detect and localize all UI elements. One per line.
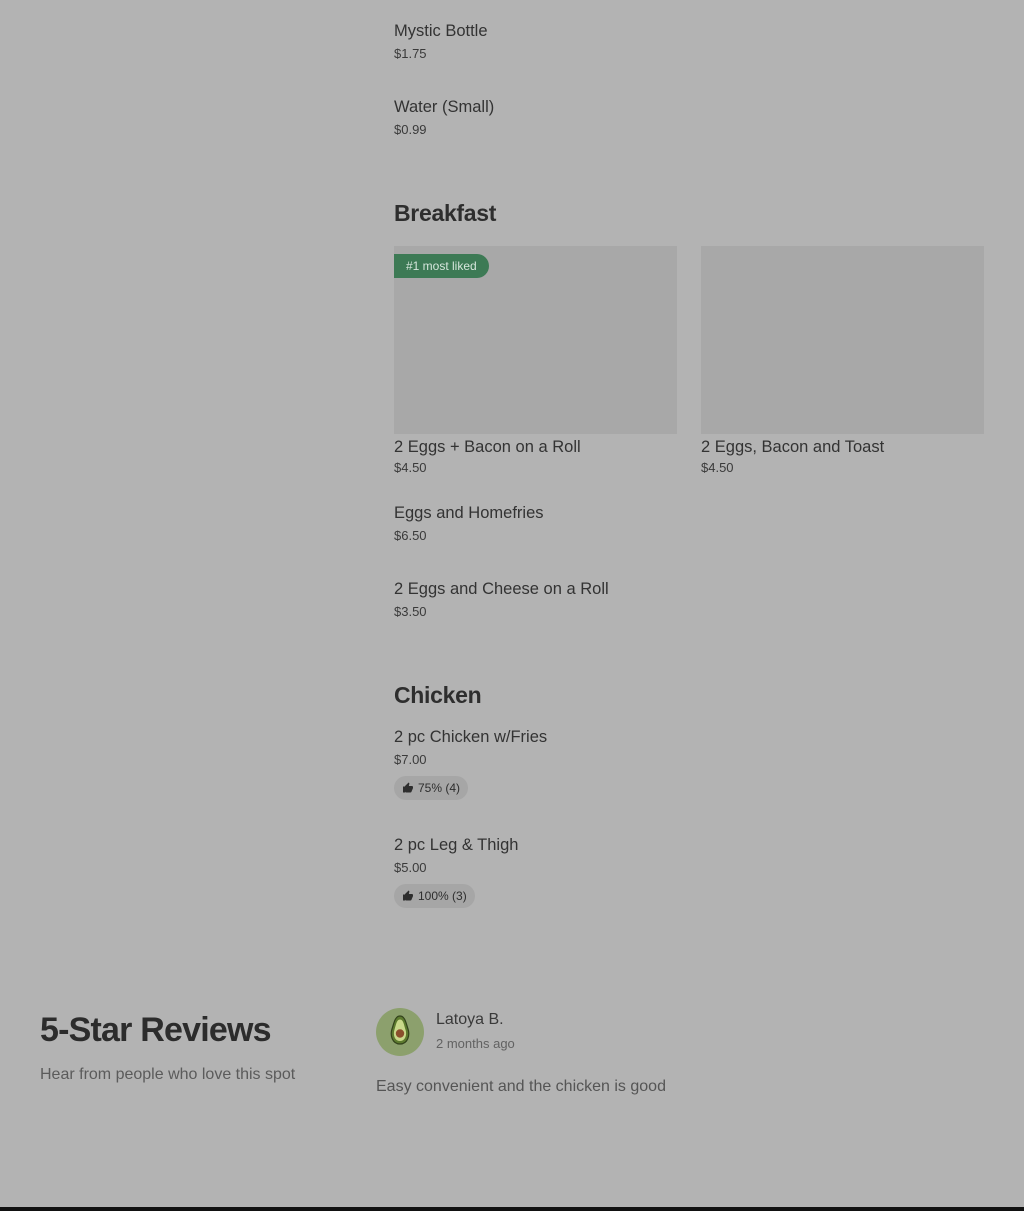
reviewer-name: Latoya B. [436,1011,504,1028]
menu-item[interactable]: 2 pc Leg & Thigh $5.00 100% (3) [394,835,518,908]
section-title-breakfast: Breakfast [394,200,497,226]
review-timestamp: 2 months ago [436,1036,515,1051]
review-card[interactable]: Latoya B. 2 months ago Easy convenient a… [376,1008,976,1108]
featured-item-card[interactable]: #1 most liked 2 Eggs + Bacon on a Roll $… [394,246,677,476]
menu-item-price: $1.75 [394,46,427,61]
menu-item-name: 2 Eggs and Cheese on a Roll [394,580,609,598]
rating-text: 100% (3) [418,889,467,903]
bottom-divider [0,1207,1024,1211]
featured-item-card[interactable]: 2 Eggs, Bacon and Toast $4.50 [701,246,984,476]
reviews-heading: 5-Star Reviews [40,1011,272,1049]
item-image [701,246,984,434]
thumbs-up-icon [402,782,414,794]
section-title-chicken: Chicken [394,682,482,708]
menu-item[interactable]: Eggs and Homefries $6.50 [394,503,544,544]
menu-item[interactable]: 2 pc Chicken w/Fries $7.00 75% (4) [394,727,547,800]
menu-item[interactable]: Mystic Bottle $1.75 [394,21,488,62]
rating-pill: 75% (4) [394,776,469,800]
menu-item-price: $3.50 [394,604,427,619]
item-image: #1 most liked [394,246,677,434]
reviews-subtitle: Hear from people who love this spot [40,1066,296,1083]
avocado-icon [389,1014,411,1050]
thumbs-up-icon [402,890,414,902]
menu-item-price: $4.50 [394,460,427,475]
rating-pill: 100% (3) [394,884,475,908]
review-text: Easy convenient and the chicken is good [376,1078,666,1095]
menu-item-name: 2 Eggs, Bacon and Toast [701,438,885,456]
menu-item[interactable]: Water (Small) $0.99 [394,97,494,138]
menu-item-name: 2 pc Chicken w/Fries [394,728,548,746]
menu-item[interactable]: 2 Eggs and Cheese on a Roll $3.50 [394,579,609,620]
menu-item-price: $5.00 [394,860,427,875]
menu-item-name: Mystic Bottle [394,22,488,40]
menu-item-name: Eggs and Homefries [394,504,544,522]
menu-item-price: $6.50 [394,528,427,543]
menu-item-price: $7.00 [394,752,427,767]
menu-item-price: $4.50 [701,460,734,475]
avatar [376,1008,424,1056]
menu-item-name: 2 pc Leg & Thigh [394,836,519,854]
menu-item-name: 2 Eggs + Bacon on a Roll [394,438,581,456]
menu-item-name: Water (Small) [394,98,495,116]
rating-text: 75% (4) [418,781,461,795]
most-liked-badge: #1 most liked [394,254,489,278]
menu-item-price: $0.99 [394,122,427,137]
